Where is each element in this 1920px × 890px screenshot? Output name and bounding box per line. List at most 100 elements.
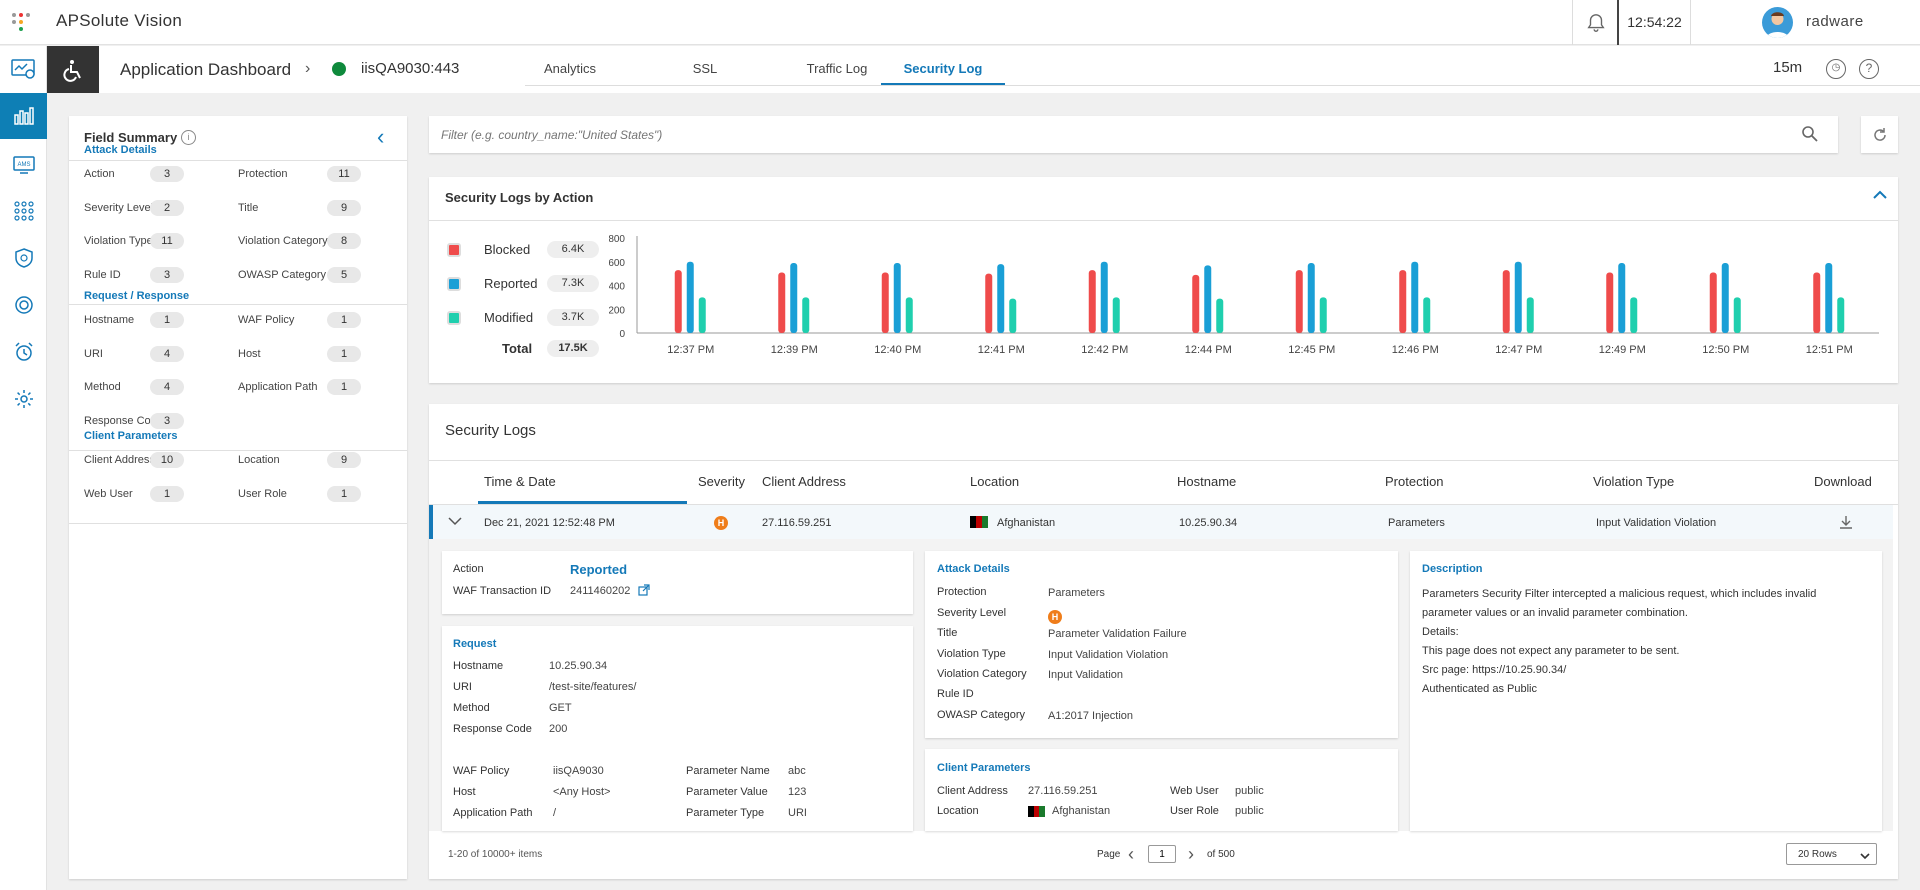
field-summary-item-label[interactable]: User Role (238, 488, 287, 500)
chart-bar[interactable] (686, 261, 694, 333)
tab-traffic-log[interactable]: Traffic Log (782, 46, 892, 86)
chart-bar[interactable] (1411, 261, 1419, 333)
field-summary-item-label[interactable]: OWASP Category (238, 269, 326, 281)
section-divider (69, 523, 407, 524)
tab-security-log[interactable]: Security Log (881, 46, 1005, 86)
collapse-panel-chevron-icon[interactable]: ‹ (377, 124, 384, 150)
chart-bar[interactable] (1618, 262, 1626, 333)
field-summary-item-label[interactable]: Rule ID (84, 269, 121, 281)
chart-bar[interactable] (698, 297, 706, 333)
field-summary-item-label[interactable]: Web User (84, 488, 133, 500)
chart-bar[interactable] (1606, 272, 1614, 333)
field-summary-item-label[interactable]: Title (238, 202, 258, 214)
avatar[interactable] (1762, 7, 1793, 38)
field-summary-item-label[interactable]: Host (238, 348, 261, 360)
chart-bar[interactable] (997, 264, 1005, 333)
next-page-chevron-icon[interactable]: › (1188, 844, 1194, 865)
client-address-value: 27.116.59.251 (1028, 785, 1098, 797)
chart-bar[interactable] (1009, 298, 1017, 333)
chart-bar[interactable] (1100, 261, 1108, 333)
user-name[interactable]: radware (1806, 13, 1864, 30)
info-icon[interactable]: i (181, 130, 196, 145)
nav-security-shield-icon[interactable] (0, 235, 47, 281)
previous-page-chevron-icon[interactable]: ‹ (1128, 844, 1134, 865)
column-header[interactable]: Location (970, 474, 1019, 489)
column-header[interactable]: Client Address (762, 474, 846, 489)
nav-apps-grid-icon[interactable] (0, 188, 47, 234)
nav-analytics-icon[interactable] (0, 93, 47, 139)
chart-bar[interactable] (1709, 272, 1717, 333)
time-range[interactable]: 15m (1773, 59, 1802, 76)
chart-bar[interactable] (1514, 261, 1522, 333)
chart-bar[interactable] (985, 273, 993, 333)
field-summary-item-label[interactable]: Method (84, 381, 121, 393)
chart-bar[interactable] (1733, 297, 1741, 333)
chart-bar[interactable] (1295, 270, 1303, 333)
nav-monitoring-icon[interactable] (0, 46, 47, 92)
notifications-bell-icon[interactable] (1572, 0, 1618, 45)
filter-input[interactable] (441, 124, 1781, 146)
chart-bar[interactable] (1204, 265, 1212, 333)
field-summary-item-label[interactable]: Hostname (84, 314, 134, 326)
chart-bar[interactable] (802, 297, 810, 333)
search-icon[interactable] (1801, 125, 1819, 146)
download-icon[interactable] (1838, 514, 1854, 533)
chart-bar[interactable] (1630, 297, 1638, 333)
page-number-input[interactable] (1148, 845, 1176, 863)
nav-target-icon[interactable] (0, 282, 47, 328)
chart-bar[interactable] (893, 262, 901, 333)
chart-bar[interactable] (1216, 298, 1224, 333)
chart-bar[interactable] (1319, 297, 1327, 333)
rows-per-page-select[interactable]: 20 Rows (1786, 843, 1877, 865)
column-header[interactable]: Hostname (1177, 474, 1236, 489)
collapse-chevron-icon[interactable] (1872, 187, 1888, 206)
chart-bar[interactable] (881, 272, 889, 333)
chart-bar[interactable] (1721, 262, 1729, 333)
chart-bar[interactable] (1502, 270, 1510, 333)
help-icon[interactable]: ? (1859, 59, 1879, 79)
expand-row-chevron-icon[interactable] (448, 515, 462, 529)
external-link-icon[interactable] (638, 584, 650, 599)
chart-bar[interactable] (778, 272, 786, 333)
legend-color-swatch[interactable] (447, 277, 461, 291)
chart-bar[interactable] (1423, 297, 1431, 333)
tab-analytics[interactable]: Analytics (525, 46, 615, 86)
field-summary-item-label[interactable]: Location (238, 454, 280, 466)
chart-bar[interactable] (674, 270, 682, 333)
chart-bar[interactable] (1825, 262, 1833, 333)
history-clock-icon[interactable]: ◷ (1826, 59, 1846, 79)
nav-settings-gear-icon[interactable] (0, 376, 47, 422)
chart-bar[interactable] (1112, 297, 1120, 333)
field-summary-item-label[interactable]: Action (84, 168, 115, 180)
field-summary-item-label[interactable]: Severity Level (84, 202, 153, 214)
accessibility-icon[interactable] (47, 46, 99, 93)
refresh-button[interactable] (1861, 116, 1898, 153)
field-summary-item-label[interactable]: Protection (238, 168, 288, 180)
field-summary-item-label[interactable]: URI (84, 348, 103, 360)
chart-bar[interactable] (1307, 262, 1315, 333)
tab-ssl[interactable]: SSL (677, 46, 733, 86)
field-summary-item-label[interactable]: Application Path (238, 381, 318, 393)
chart-bar[interactable] (790, 262, 798, 333)
column-header[interactable]: Time & Date (484, 474, 556, 489)
chart-bar[interactable] (1526, 297, 1534, 333)
column-header[interactable]: Download (1814, 474, 1872, 489)
chart-bar[interactable] (1192, 274, 1200, 333)
column-header[interactable]: Protection (1385, 474, 1444, 489)
chart-bar[interactable] (905, 297, 913, 333)
breadcrumb[interactable]: Application Dashboard (120, 60, 291, 80)
legend-color-swatch[interactable] (447, 311, 461, 325)
column-header[interactable]: Violation Type (1593, 474, 1674, 489)
field-summary-item-label[interactable]: Violation Category (238, 235, 328, 247)
legend-color-swatch[interactable] (447, 243, 461, 257)
column-header[interactable]: Severity (698, 474, 745, 489)
nav-ams-icon[interactable]: AMS (0, 142, 47, 188)
chart-bar[interactable] (1837, 297, 1845, 333)
field-summary-item-label[interactable]: Violation Type (84, 235, 153, 247)
chart-bar[interactable] (1813, 272, 1821, 333)
field-summary-item-label[interactable]: Client Address (84, 454, 155, 466)
nav-alarm-icon[interactable] (0, 329, 47, 375)
chart-bar[interactable] (1088, 270, 1096, 333)
field-summary-item-label[interactable]: WAF Policy (238, 314, 294, 326)
chart-bar[interactable] (1399, 270, 1407, 333)
